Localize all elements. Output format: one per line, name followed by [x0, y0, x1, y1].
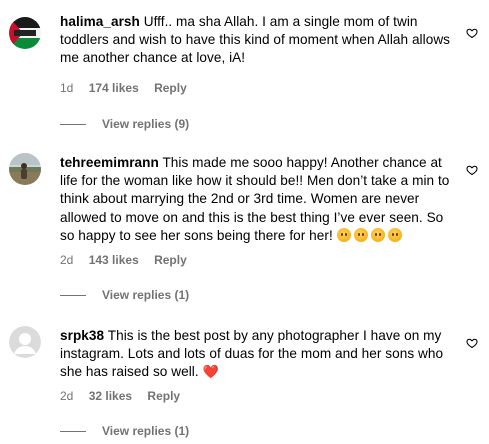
- comment-meta: 1d 174 likes Reply: [60, 81, 199, 95]
- view-replies-label: View replies (1): [102, 424, 190, 438]
- red-heart-emoji: ❤️: [202, 364, 219, 380]
- comment-likes[interactable]: 174 likes: [89, 81, 139, 95]
- comment-meta: 2d 143 likes Reply: [60, 253, 199, 267]
- comment-body: halima_arsh Ufff.. ma sha Allah. I am a …: [60, 13, 455, 68]
- view-replies-button[interactable]: View replies (9): [60, 117, 189, 131]
- comment-body: srpk38 This is the best post by any phot…: [60, 327, 455, 382]
- pleading-face-emoji: [387, 227, 402, 242]
- view-replies-label: View replies (1): [102, 288, 190, 302]
- pleading-face-emoji: [370, 227, 385, 242]
- emoji-group: [336, 227, 405, 243]
- heart-outline-icon[interactable]: [466, 164, 478, 176]
- comment-time[interactable]: 1d: [60, 81, 73, 95]
- default-avatar-icon: [9, 326, 41, 358]
- comment-meta: 2d 32 likes Reply: [60, 389, 192, 403]
- comment-username[interactable]: tehreemimrann: [60, 155, 159, 170]
- comment-likes[interactable]: 143 likes: [89, 253, 139, 267]
- reply-button[interactable]: Reply: [147, 389, 180, 403]
- comment-time[interactable]: 2d: [60, 253, 73, 267]
- avatar[interactable]: [9, 326, 41, 358]
- comment-body: tehreemimrann This made me sooo happy! A…: [60, 154, 455, 245]
- replies-divider: [60, 124, 86, 126]
- view-replies-button[interactable]: View replies (1): [60, 288, 189, 302]
- comment-text: This is the best post by any photographe…: [60, 328, 444, 380]
- avatar[interactable]: [9, 17, 41, 49]
- replies-divider: [60, 295, 86, 297]
- reply-button[interactable]: Reply: [154, 253, 187, 267]
- avatar-photo-image: [9, 153, 41, 185]
- comment-username[interactable]: srpk38: [60, 328, 104, 343]
- replies-divider: [60, 431, 86, 433]
- comment-username[interactable]: halima_arsh: [60, 14, 140, 29]
- reply-button[interactable]: Reply: [154, 81, 187, 95]
- comment-time[interactable]: 2d: [60, 389, 73, 403]
- heart-outline-icon[interactable]: [466, 337, 478, 349]
- view-replies-label: View replies (9): [102, 117, 190, 131]
- avatar[interactable]: [9, 153, 41, 185]
- heart-outline-icon[interactable]: [466, 27, 478, 39]
- comment-likes[interactable]: 32 likes: [89, 389, 132, 403]
- pleading-face-emoji: [353, 227, 368, 242]
- pleading-face-emoji: [336, 227, 351, 242]
- view-replies-button[interactable]: View replies (1): [60, 424, 189, 438]
- avatar-flag-image: [9, 17, 41, 49]
